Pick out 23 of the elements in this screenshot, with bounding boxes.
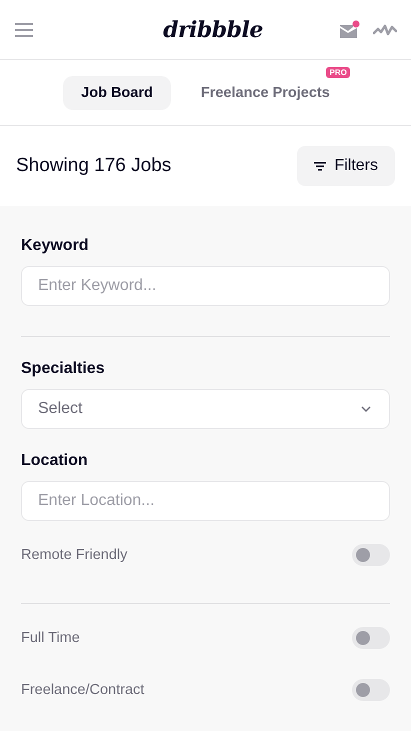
toggle-switch[interactable] (352, 679, 390, 701)
tab[interactable]: Job Board (63, 76, 171, 110)
menu-icon[interactable] (15, 22, 35, 38)
mail-icon[interactable] (339, 20, 361, 40)
pro-badge: PRO (326, 66, 350, 78)
toggle-label: Remote Friendly (21, 547, 128, 563)
field-label: Keyword (21, 236, 90, 256)
select-field[interactable]: Select (21, 389, 390, 429)
field-label: Specialties (21, 359, 106, 379)
toggle-label: Freelance/Contract (21, 682, 144, 698)
filter-icon (314, 161, 326, 171)
field-label: Location (21, 451, 89, 471)
activity-icon[interactable] (373, 22, 397, 36)
chevron-down-icon (361, 406, 371, 412)
toggle-switch[interactable] (352, 627, 390, 649)
tab[interactable]: Freelance Projects (182, 76, 348, 110)
input-field[interactable]: Enter Location... (21, 481, 390, 521)
logo[interactable]: dribbble (163, 16, 263, 42)
toggle-switch[interactable] (352, 544, 390, 566)
toggle-label: Full Time (21, 630, 80, 646)
filters-button[interactable]: Filters (297, 146, 395, 186)
input-field[interactable]: Enter Keyword... (21, 266, 390, 306)
results-heading: Showing 176 Jobs (16, 155, 172, 177)
